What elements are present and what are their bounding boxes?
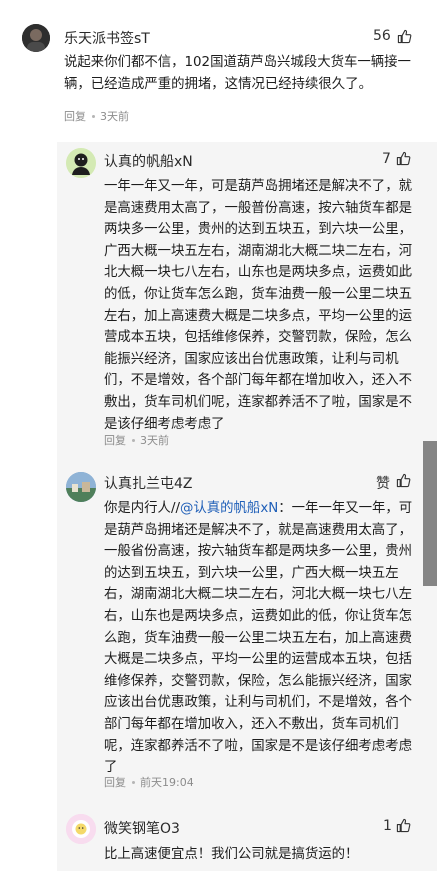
comment-text-body: ：一年一年又一年，可是葫芦岛拥堵还是解决不了，就是高速费用太高了，一般省份高速，… [104, 501, 413, 776]
username[interactable]: 乐天派书签sT [64, 28, 150, 48]
comment-text: 一年一年又一年，可是葫芦岛拥堵还是解决不了，就是高速费用太高了，一般普份高速，按… [104, 179, 412, 432]
comment-meta: 回复 3天前 [64, 108, 129, 124]
comment-text: 说起来你们都不信，102国道葫芦岛兴城段大货车一辆接一辆，已经造成严重的拥堵，这… [64, 55, 411, 92]
comment-text-prefix: 你是内行人// [104, 501, 180, 516]
like-count: 赞 [376, 476, 390, 492]
avatar[interactable] [66, 814, 96, 844]
reply-button[interactable]: 回复 [104, 434, 126, 447]
separator-dot [92, 114, 95, 118]
reply-comment-3: 微笑钢笔O3 1 比上高速便宜点！我们公司就是搞货运的！ [0, 797, 437, 871]
reply-comment-1: 认真的帆船xN 7 一年一年又一年，可是葫芦岛拥堵还是解决不了，就是高速费用太高… [0, 142, 437, 457]
like-count: 7 [382, 151, 391, 167]
comment-meta: 回复 3天前 [104, 432, 169, 448]
timestamp: 3天前 [100, 110, 129, 123]
reply-button[interactable]: 回复 [64, 110, 86, 123]
separator-dot [132, 780, 135, 784]
separator-dot [132, 438, 135, 442]
comment-1: 乐天派书签sT 56 说起来你们都不信，102国道葫芦岛兴城段大货车一辆接一辆，… [0, 0, 437, 142]
timestamp: 3天前 [140, 434, 169, 447]
mention-link[interactable]: @认真的帆船xN [180, 501, 278, 516]
reply-comment-2: 认真扎兰屯4Z 赞 你是内行人//@认真的帆船xN：一年一年又一年，可是葫芦岛拥… [0, 457, 437, 797]
thumbs-up-icon[interactable] [397, 29, 412, 44]
scrollbar-thumb[interactable] [423, 441, 437, 586]
username[interactable]: 微笑钢笔O3 [104, 818, 180, 838]
timestamp: 前天19:04 [140, 776, 194, 789]
comment-text: 比上高速便宜点！我们公司就是搞货运的！ [104, 847, 359, 862]
username[interactable]: 认真扎兰屯4Z [104, 473, 193, 493]
reply-button[interactable]: 回复 [104, 776, 126, 789]
like-count: 56 [373, 28, 391, 44]
like-count: 1 [383, 818, 392, 834]
avatar[interactable] [22, 24, 50, 52]
comment-text: 你是内行人//@认真的帆船xN：一年一年又一年，可是葫芦岛拥堵还是解决不了，就是… [104, 498, 416, 779]
username[interactable]: 认真的帆船xN [104, 151, 193, 171]
avatar[interactable] [66, 472, 96, 502]
avatar[interactable] [66, 148, 96, 178]
thumbs-up-icon[interactable] [396, 151, 411, 166]
comment-meta: 回复 前天19:04 [104, 774, 194, 790]
thumbs-up-icon[interactable] [396, 473, 411, 488]
thumbs-up-icon[interactable] [396, 818, 411, 833]
